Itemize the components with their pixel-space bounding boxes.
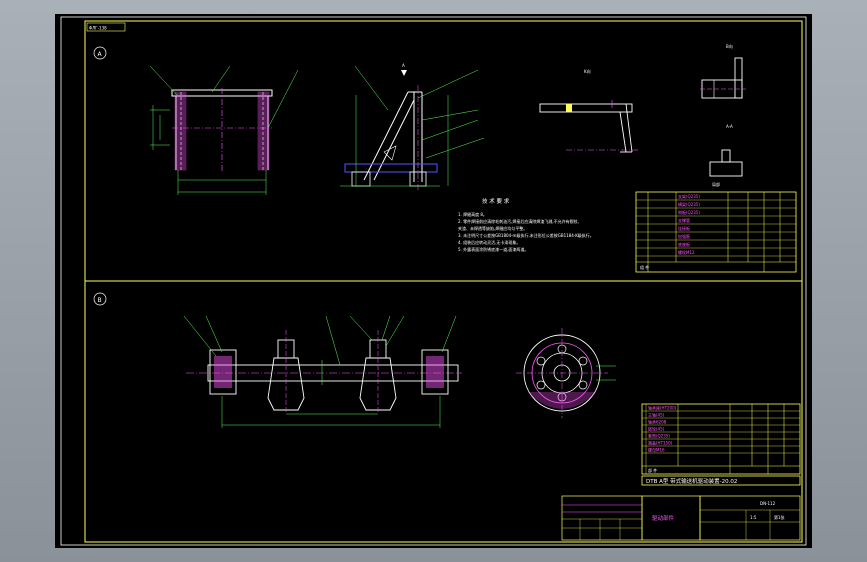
drawing-viewport[interactable]: ΦЛГ-138 A B A K向 B向 A-A 局部 技 术 要 求 1. 焊缝… — [55, 14, 812, 548]
title-sheet: 第1张 — [774, 514, 785, 520]
bom-b-footer: 部 件 — [648, 467, 657, 473]
view-label-c: 局部 — [712, 181, 720, 187]
bom-a-row-7: 底座板 — [678, 241, 690, 247]
bom-b-row-2: 主轴(45) — [648, 412, 665, 418]
view-label-b: B向 — [726, 43, 733, 49]
view-a-k: K向 — [539, 68, 640, 153]
tech-line-4: 3. 未注明尺寸公差按GB1804-m级执行,未注形位公差按GB1184-K级执… — [458, 232, 594, 238]
bom-a-footer: 组 件 — [640, 264, 649, 270]
tech-line-6: 5. 外露表面涂防锈底漆一道,面漆两道。 — [458, 246, 528, 252]
title-main: DTB A型 带式输送机驱动装置-20.02 — [646, 477, 737, 485]
bom-a-row-2: 横梁(Q235) — [678, 201, 700, 207]
view-a-label: A — [98, 51, 103, 58]
bom-a-row-4: 支撑管 — [678, 217, 690, 223]
cad-drawing: ΦЛГ-138 A B A K向 B向 A-A 局部 技 术 要 求 1. 焊缝… — [60, 16, 807, 546]
tech-line-2: 2. 零件焊接前应清除毛刺油污,焊接后应清除焊渣飞溅,不允许有裂纹、 — [458, 218, 582, 224]
view-b-sprocket — [516, 328, 616, 418]
title-no: DN-112 — [760, 501, 776, 506]
bom-a-row-1: 支架(Q235) — [678, 193, 700, 199]
bom-a-row-8: 螺栓M12 — [678, 249, 695, 255]
view-b-label: B — [98, 297, 102, 304]
title-scale: 1:5 — [750, 515, 757, 520]
tech-line-3: 夹渣、未焊透等缺陷,焊缝应均匀平整。 — [458, 225, 527, 231]
tech-line-1: 1. 焊缝高度 8。 — [458, 211, 487, 217]
bom-b-row-5: 套筒(Q235) — [648, 433, 670, 439]
bom-a-row-3: 侧板(Q235) — [678, 209, 700, 215]
view-a-frame — [149, 65, 299, 195]
view-label-k: K向 — [584, 68, 591, 74]
bom-a-row-6: 加强筋 — [678, 233, 690, 239]
section-a-mark: A — [402, 63, 405, 68]
title-sub: 驱动部件 — [652, 514, 675, 522]
title-block: DTB A型 带式输送机驱动装置-20.02 驱动部件 DN-112 1:5 第… — [561, 475, 801, 541]
bom-b-row-4: 链轮(45) — [648, 426, 665, 432]
tech-line-5: 4. 组装后应转动灵活,无卡滞现象。 — [458, 239, 520, 245]
view-label-a: A-A — [726, 124, 733, 129]
bom-table-a: 支架(Q235) 横梁(Q235) 侧板(Q235) 支撑管 连接板 加强筋 底… — [635, 191, 797, 273]
bom-b-row-3: 轴承6208 — [648, 419, 667, 425]
tech-title: 技 术 要 求 — [482, 197, 510, 205]
code-box-text: ΦЛГ-138 — [89, 26, 107, 31]
bom-a-row-5: 连接板 — [678, 225, 690, 231]
tech-requirements: 技 术 要 求 1. 焊缝高度 8。 2. 零件焊接前应清除毛刺油污,焊接后应清… — [458, 197, 594, 252]
bom-b-row-7: 螺母M16 — [648, 447, 665, 453]
cad-window: ΦЛГ-138 A B A K向 B向 A-A 局部 技 术 要 求 1. 焊缝… — [0, 0, 867, 562]
view-b-shaft — [183, 315, 462, 428]
view-a-sections: B向 A-A 局部 — [700, 43, 746, 187]
view-a-side: A — [340, 63, 485, 190]
bom-table-b: 轴承座(HT200) 主轴(45) 轴承6208 链轮(45) 套筒(Q235)… — [641, 403, 801, 475]
bom-b-row-1: 轴承座(HT200) — [648, 405, 677, 411]
bom-b-row-6: 端盖(HT150) — [648, 440, 673, 446]
